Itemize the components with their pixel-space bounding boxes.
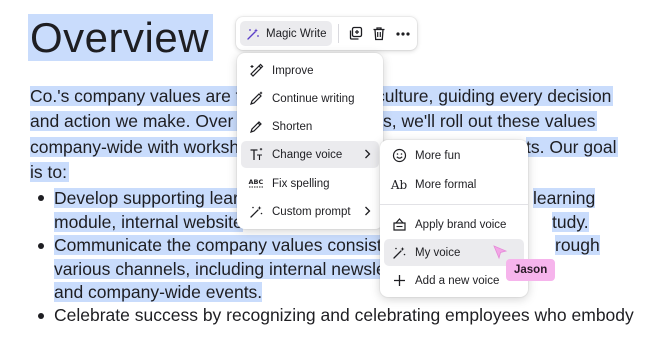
collaborator-name-tag: Jason bbox=[506, 259, 556, 281]
paragraph-line[interactable]: company-wide with workshe bbox=[30, 135, 251, 159]
more-icon[interactable] bbox=[393, 24, 412, 43]
magic-wand-icon bbox=[247, 203, 265, 221]
abc-icon: ABC bbox=[247, 175, 265, 193]
bullet-line[interactable]: and company-wide events. bbox=[54, 280, 263, 304]
paragraph-line[interactable]: ts. Our goal bbox=[526, 135, 619, 159]
submenu-item-label: More formal bbox=[415, 178, 477, 191]
floating-toolbar: Magic Write bbox=[236, 17, 417, 50]
magic-wand-icon bbox=[390, 244, 408, 262]
bullet-line[interactable]: rough bbox=[555, 233, 600, 257]
bullet-line[interactable]: various channels, including internal new… bbox=[54, 257, 391, 281]
submenu-item-more-formal[interactable]: Ab More formal bbox=[384, 171, 524, 198]
submenu-item-more-fun[interactable]: More fun bbox=[384, 142, 524, 169]
menu-item-label: Improve bbox=[272, 64, 314, 77]
svg-text:ABC: ABC bbox=[249, 178, 264, 186]
menu-item-label: Fix spelling bbox=[272, 177, 330, 190]
submenu-divider bbox=[380, 204, 528, 205]
trash-icon[interactable] bbox=[369, 24, 388, 43]
paragraph-line[interactable]: Co.'s company values are th bbox=[30, 84, 253, 108]
paragraph-line[interactable]: s, we'll roll out these values bbox=[383, 109, 598, 133]
bullet-dot bbox=[38, 243, 44, 249]
bullet-line[interactable]: learning bbox=[533, 186, 596, 210]
magic-write-menu: Improve Continue writing Shorten Change … bbox=[237, 53, 383, 229]
bullet-line[interactable]: Communicate the company values consiste bbox=[54, 233, 392, 257]
bullet-line[interactable]: Develop supporting lear bbox=[54, 186, 239, 210]
menu-item-label: Continue writing bbox=[272, 92, 355, 105]
plus-icon bbox=[390, 272, 408, 290]
submenu-item-label: More fun bbox=[415, 149, 461, 162]
bullet-line[interactable]: tudy. bbox=[552, 210, 589, 234]
duplicate-icon[interactable] bbox=[346, 24, 365, 43]
text-size-icon bbox=[247, 146, 265, 164]
chevron-right-icon bbox=[365, 149, 371, 159]
smiley-icon bbox=[390, 147, 408, 165]
menu-item-continue-writing[interactable]: Continue writing bbox=[241, 85, 379, 112]
submenu-item-label: Apply brand voice bbox=[415, 218, 507, 231]
chevron-right-icon bbox=[365, 206, 371, 216]
submenu-item-apply-brand-voice[interactable]: Apply brand voice bbox=[384, 211, 524, 238]
magic-wand-icon bbox=[247, 28, 259, 40]
magic-write-label: Magic Write bbox=[266, 27, 327, 40]
menu-item-label: Change voice bbox=[272, 148, 343, 161]
menu-item-label: Custom prompt bbox=[272, 205, 351, 218]
ab-text-icon: Ab bbox=[390, 177, 408, 192]
pencil-icon bbox=[247, 118, 265, 136]
paragraph-line[interactable]: culture, guiding every decision bbox=[376, 84, 614, 108]
menu-item-label: Shorten bbox=[272, 120, 313, 133]
submenu-item-label: My voice bbox=[415, 246, 461, 259]
menu-item-shorten[interactable]: Shorten bbox=[241, 113, 379, 140]
bullet-line[interactable]: Celebrate success by recognizing and cel… bbox=[54, 303, 634, 327]
bullet-line[interactable]: module, internal website bbox=[54, 210, 243, 234]
bullet-dot bbox=[38, 313, 44, 319]
menu-item-improve[interactable]: Improve bbox=[241, 57, 379, 84]
magic-write-button[interactable]: Magic Write bbox=[240, 21, 332, 46]
improve-icon bbox=[247, 62, 265, 80]
menu-item-change-voice[interactable]: Change voice bbox=[241, 141, 379, 168]
collaborator-cursor-icon bbox=[493, 245, 508, 260]
page-title[interactable]: Overview bbox=[28, 12, 214, 64]
menu-item-fix-spelling[interactable]: ABC Fix spelling bbox=[241, 170, 379, 197]
brand-kit-icon bbox=[390, 216, 408, 234]
submenu-item-label: Add a new voice bbox=[415, 274, 500, 287]
paragraph-line[interactable]: and action we make. Over th bbox=[30, 109, 255, 133]
submenu-item-add-new-voice[interactable]: Add a new voice bbox=[384, 267, 524, 294]
toolbar-divider bbox=[338, 24, 339, 43]
paragraph-line[interactable]: is to: bbox=[30, 160, 69, 184]
pencil-sparkle-icon bbox=[247, 90, 265, 108]
bullet-dot bbox=[38, 195, 44, 201]
menu-item-custom-prompt[interactable]: Custom prompt bbox=[241, 198, 379, 225]
